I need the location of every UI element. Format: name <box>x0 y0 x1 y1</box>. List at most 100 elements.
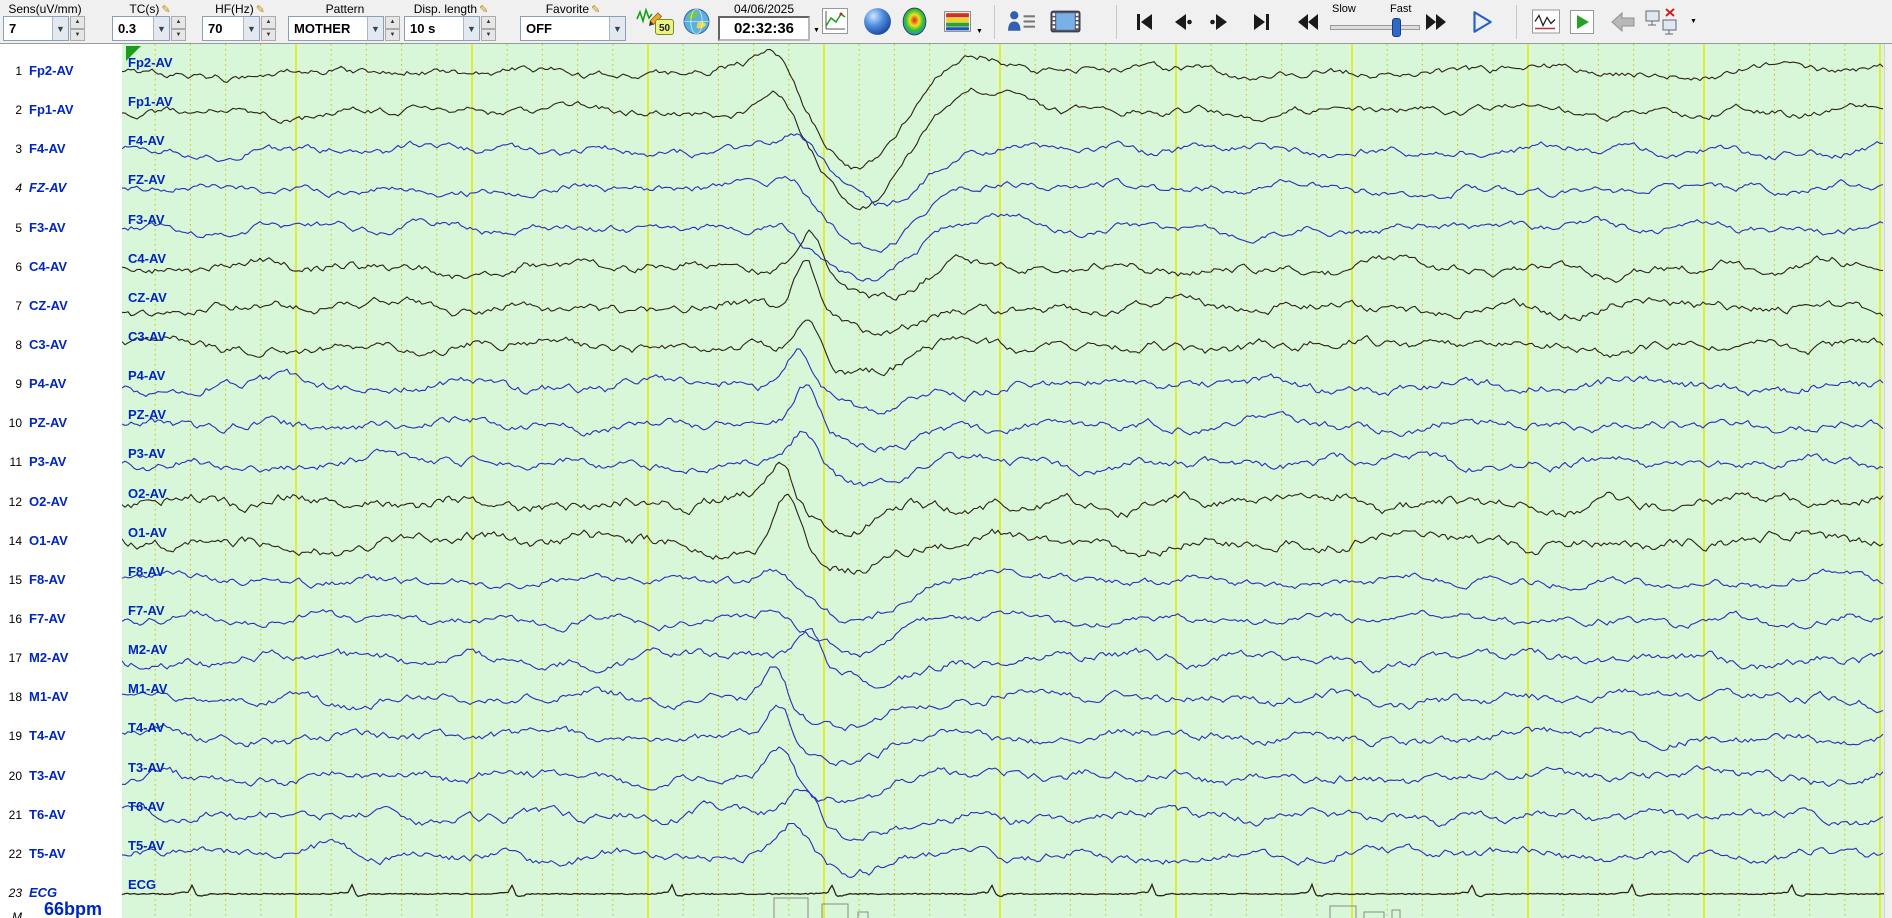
brain-3d-map-button[interactable] <box>862 6 893 37</box>
channel-row-T4-AV[interactable]: 19 T4-AV <box>0 728 122 746</box>
trend-chart-icon <box>822 8 848 34</box>
marker-channel-label: M <box>12 910 22 918</box>
main-area: 66bpm M 1 Fp2-AV 2 Fp1-AV 3 F4-AV 4 FZ-AV 5 F3-AV… <box>0 44 1892 918</box>
dsa-button[interactable] <box>944 11 971 32</box>
channel-row-M2-AV[interactable]: 17 M2-AV <box>0 650 122 668</box>
channel-row-P4-AV[interactable]: 9 P4-AV <box>0 376 122 394</box>
step-back-button[interactable] <box>1170 10 1194 34</box>
chevron-down-icon[interactable]: ▼ <box>243 17 259 40</box>
pattern-label: Pattern <box>325 2 365 16</box>
time-options-arrow[interactable]: ▼ <box>813 27 820 34</box>
sensitivity-spinner[interactable]: ▲ ▼ <box>70 16 85 41</box>
channel-number: 21 <box>8 807 22 822</box>
favorite-group: Favorite ✎ OFF ▼ <box>520 2 626 41</box>
speed-slider-track[interactable] <box>1330 25 1420 30</box>
channel-row-T3-AV[interactable]: 20 T3-AV <box>0 768 122 786</box>
channel-row-F4-AV[interactable]: 3 F4-AV <box>0 141 122 159</box>
pattern-spinner[interactable]: ▲ ▼ <box>385 16 400 41</box>
display-length-spinner[interactable]: ▲ ▼ <box>481 16 496 41</box>
sensitivity-label: Sens(uV/mm) <box>8 2 82 16</box>
channel-row-FZ-AV[interactable]: 4 FZ-AV <box>0 180 122 198</box>
channel-label: FZ-AV <box>29 180 67 196</box>
channel-label: ECG <box>29 884 58 900</box>
network-options-arrow[interactable]: ▼ <box>1690 18 1697 25</box>
channel-label: F3-AV <box>29 219 66 235</box>
channel-row-T6-AV[interactable]: 21 T6-AV <box>0 807 122 825</box>
toolbar-separator <box>1116 5 1117 39</box>
channel-row-F3-AV[interactable]: 5 F3-AV <box>0 219 122 238</box>
auto-play-icon <box>1570 10 1594 34</box>
edit-pencil-icon[interactable]: ✎ <box>479 4 488 16</box>
channel-row-Fp2-AV[interactable]: 1 Fp2-AV <box>0 63 122 81</box>
channel-row-O2-AV[interactable]: 12 O2-AV <box>0 493 122 512</box>
tc-spinner[interactable]: ▲ ▼ <box>171 16 186 41</box>
tc-label: TC(s) <box>129 2 160 16</box>
eeg-display[interactable]: Fp2-AV Fp1-AV F4-AV FZ-AV F3-AV C4-AV CZ-AV C3-… <box>122 44 1884 918</box>
chevron-down-icon[interactable]: ▼ <box>367 17 383 40</box>
chevron-down-icon[interactable]: ▼ <box>52 17 68 40</box>
topography-map-button[interactable] <box>900 7 929 36</box>
channel-label: C4-AV <box>29 258 68 274</box>
speed-slider[interactable] <box>1330 16 1420 40</box>
notch-filter-button[interactable]: 50 <box>655 19 674 35</box>
channel-label: P4-AV <box>29 376 67 392</box>
back-button[interactable] <box>1610 11 1636 33</box>
play-button[interactable] <box>1468 9 1494 35</box>
rewind-button[interactable] <box>1296 10 1320 34</box>
display-length-dropdown[interactable]: 10 s ▼ <box>404 16 480 41</box>
skip-to-end-icon <box>1254 14 1269 30</box>
step-forward-button[interactable] <box>1208 10 1232 34</box>
time-grid <box>154 44 1881 918</box>
channel-row-P3-AV[interactable]: 11 P3-AV <box>0 454 122 472</box>
tc-dropdown[interactable]: 0.3 ▼ <box>112 16 170 41</box>
network-button[interactable] <box>1644 7 1678 37</box>
notch-50-icon: 50 <box>655 19 674 35</box>
channel-number: 10 <box>8 416 22 431</box>
fast-forward-button[interactable] <box>1424 10 1448 34</box>
vertical-scrollbar[interactable] <box>1884 44 1892 918</box>
video-button[interactable] <box>1050 9 1081 34</box>
dsa-options-arrow[interactable]: ▼ <box>976 28 983 35</box>
sensitivity-dropdown[interactable]: 7 ▼ <box>3 16 69 41</box>
channel-sidebar: 66bpm M 1 Fp2-AV 2 Fp1-AV 3 F4-AV 4 FZ-AV 5 F3-AV… <box>0 44 122 918</box>
time-display: 02:32:36 <box>718 16 810 41</box>
channel-row-O1-AV[interactable]: 14 O1-AV <box>0 533 122 551</box>
favorite-dropdown[interactable]: OFF ▼ <box>520 16 626 41</box>
chevron-down-icon[interactable]: ▼ <box>463 17 479 40</box>
channel-number: 9 <box>15 377 22 392</box>
tc-value: 0.3 <box>118 21 137 36</box>
eeg-canvas <box>122 44 1884 918</box>
edit-pencil-icon[interactable]: ✎ <box>161 4 170 16</box>
trace-O1-AV <box>122 493 1884 576</box>
pattern-dropdown[interactable]: MOTHER ▼ <box>288 16 384 41</box>
channel-row-Fp1-AV[interactable]: 2 Fp1-AV <box>0 102 122 120</box>
patient-info-button[interactable] <box>1006 8 1037 35</box>
channel-number: 16 <box>8 611 22 626</box>
chevron-down-icon[interactable]: ▼ <box>153 17 169 40</box>
channel-row-ECG[interactable]: 23 ECG <box>0 884 122 903</box>
channel-row-CZ-AV[interactable]: 7 CZ-AV <box>0 298 122 316</box>
chevron-down-icon[interactable]: ▼ <box>609 17 625 40</box>
event-flag-icon[interactable] <box>126 46 141 61</box>
skip-to-start-button[interactable] <box>1132 10 1156 34</box>
waveform-review-button[interactable] <box>1532 9 1560 34</box>
channel-row-F7-AV[interactable]: 16 F7-AV <box>0 611 122 629</box>
channel-row-T5-AV[interactable]: 22 T5-AV <box>0 846 122 864</box>
trace-Fp1-AV <box>122 87 1884 211</box>
channel-label: O2-AV <box>29 493 68 509</box>
hf-dropdown[interactable]: 70 ▼ <box>202 16 260 41</box>
hf-spinner[interactable]: ▲ ▼ <box>261 16 276 41</box>
edit-pencil-icon[interactable]: ✎ <box>256 4 265 16</box>
channel-row-C3-AV[interactable]: 8 C3-AV <box>0 337 122 355</box>
channel-number: 2 <box>15 103 22 118</box>
edit-pencil-icon[interactable]: ✎ <box>591 4 600 16</box>
skip-to-end-button[interactable] <box>1250 10 1274 34</box>
channel-row-PZ-AV[interactable]: 10 PZ-AV <box>0 415 122 433</box>
speed-slider-thumb[interactable] <box>1392 18 1401 37</box>
channel-row-M1-AV[interactable]: 18 M1-AV <box>0 689 122 707</box>
trend-button[interactable] <box>822 8 848 34</box>
auto-play-button[interactable] <box>1570 10 1594 34</box>
globe-button[interactable] <box>682 7 711 36</box>
channel-row-F8-AV[interactable]: 15 F8-AV <box>0 572 122 590</box>
channel-row-C4-AV[interactable]: 6 C4-AV <box>0 258 122 277</box>
